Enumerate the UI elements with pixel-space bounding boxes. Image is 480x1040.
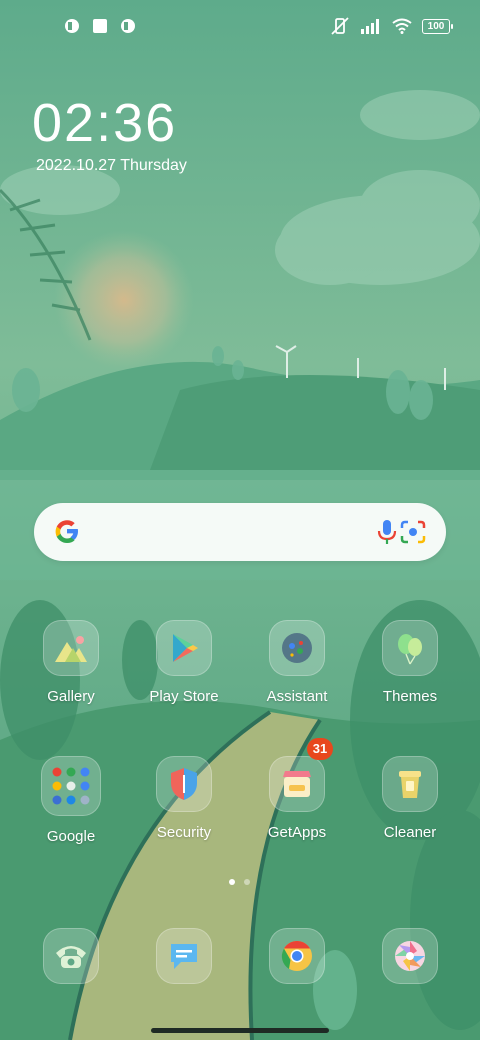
security-shield-icon [156, 756, 212, 812]
app-label: Gallery [47, 688, 95, 705]
app-label: Themes [382, 688, 438, 705]
phone-icon [43, 928, 99, 984]
app-label: Play Store [149, 688, 219, 705]
app-label: Security [156, 824, 212, 841]
app-folder-google[interactable]: Google [15, 756, 127, 845]
notification-badge: 31 [307, 738, 333, 760]
camera-lens-icon[interactable] [399, 519, 427, 545]
app-security[interactable]: Security [128, 756, 240, 841]
wifi-icon [392, 18, 412, 34]
gallery-icon [43, 620, 99, 676]
app-gallery[interactable]: Gallery [15, 620, 127, 705]
dock-phone[interactable] [15, 928, 127, 984]
app-label: GetApps [267, 824, 327, 841]
signal-icon [361, 19, 379, 34]
google-search-bar[interactable] [34, 503, 446, 561]
app-label: Google [46, 828, 96, 845]
clock-date[interactable]: 2022.10.27 Thursday [36, 157, 187, 175]
status-bar-right: 100 [330, 16, 453, 36]
home-gesture-bar[interactable] [151, 1028, 329, 1033]
app-assistant[interactable]: Assistant [241, 620, 353, 705]
notification-icon-1 [65, 19, 79, 33]
google-g-icon [55, 520, 78, 543]
square-notification-icon [93, 19, 107, 33]
page-dot-2[interactable] [244, 879, 250, 885]
app-cleaner[interactable]: Cleaner [354, 756, 466, 841]
getapps-store-icon: 31 [269, 738, 333, 812]
app-label: Cleaner [383, 824, 437, 841]
dock-chrome[interactable] [241, 928, 353, 984]
battery-indicator: 100 [422, 18, 453, 34]
clock-time[interactable]: 02:36 [32, 92, 177, 154]
app-play-store[interactable]: Play Store [128, 620, 240, 705]
page-indicator[interactable] [229, 879, 250, 885]
chrome-icon [269, 928, 325, 984]
assistant-icon [269, 620, 325, 676]
folder-icon [41, 756, 101, 816]
camera-aperture-icon [382, 928, 438, 984]
play-store-icon [156, 620, 212, 676]
messages-icon [156, 928, 212, 984]
vibrate-mute-icon [331, 17, 349, 35]
page-dot-1[interactable] [229, 879, 235, 885]
app-label: Assistant [266, 688, 328, 705]
app-getapps[interactable]: 31 GetApps [241, 738, 353, 841]
notification-icon-2 [121, 19, 135, 33]
dock-messages[interactable] [128, 928, 240, 984]
themes-icon [382, 620, 438, 676]
status-bar-left [64, 18, 136, 34]
microphone-icon[interactable] [376, 518, 398, 546]
dock-camera[interactable] [354, 928, 466, 984]
cleaner-bin-icon [382, 756, 438, 812]
app-themes[interactable]: Themes [354, 620, 466, 705]
